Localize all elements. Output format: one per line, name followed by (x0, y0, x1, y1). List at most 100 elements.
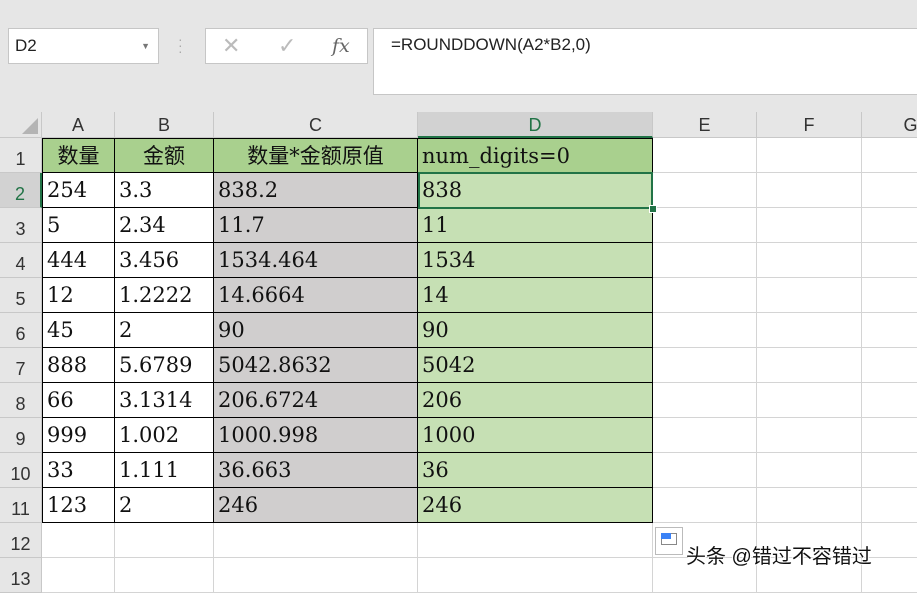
cell-C6[interactable]: 90 (214, 313, 418, 348)
cell-D4[interactable]: 1534 (418, 243, 653, 278)
cell-F3[interactable] (757, 208, 862, 243)
cell-E9[interactable] (653, 418, 757, 453)
cell-D1[interactable]: num_digits=0 (418, 138, 653, 173)
cell-B12[interactable] (115, 523, 214, 558)
cell-B5[interactable]: 1.2222 (115, 278, 214, 313)
cell-E2[interactable] (653, 173, 757, 208)
column-header-D[interactable]: D (418, 112, 653, 138)
cell-B3[interactable]: 2.34 (115, 208, 214, 243)
cell-C7[interactable]: 5042.8632 (214, 348, 418, 383)
cell-E10[interactable] (653, 453, 757, 488)
cell-E8[interactable] (653, 383, 757, 418)
formula-input[interactable]: =ROUNDDOWN(A2*B2,0) (373, 28, 917, 95)
cell-E7[interactable] (653, 348, 757, 383)
cell-F9[interactable] (757, 418, 862, 453)
cell-B4[interactable]: 3.456 (115, 243, 214, 278)
cell-A5[interactable]: 12 (42, 278, 115, 313)
cell-B10[interactable]: 1.111 (115, 453, 214, 488)
paste-options-button[interactable] (655, 527, 683, 555)
chevron-down-icon[interactable]: ▼ (141, 29, 150, 63)
cell-C10[interactable]: 36.663 (214, 453, 418, 488)
cell-C4[interactable]: 1534.464 (214, 243, 418, 278)
cell-D8[interactable]: 206 (418, 383, 653, 418)
cell-G7[interactable] (862, 348, 917, 383)
cell-A4[interactable]: 444 (42, 243, 115, 278)
cell-G8[interactable] (862, 383, 917, 418)
cell-E6[interactable] (653, 313, 757, 348)
cell-B1[interactable]: 金额 (115, 138, 214, 173)
cell-E5[interactable] (653, 278, 757, 313)
row-header-1[interactable]: 1 (0, 138, 42, 173)
cell-A2[interactable]: 254 (42, 173, 115, 208)
cell-B9[interactable]: 1.002 (115, 418, 214, 453)
cell-F8[interactable] (757, 383, 862, 418)
row-header-10[interactable]: 10 (0, 453, 42, 488)
cell-G6[interactable] (862, 313, 917, 348)
cancel-icon[interactable]: ✕ (222, 33, 240, 59)
column-header-F[interactable]: F (757, 112, 862, 138)
cell-D5[interactable]: 14 (418, 278, 653, 313)
cell-B7[interactable]: 5.6789 (115, 348, 214, 383)
cell-F4[interactable] (757, 243, 862, 278)
cell-D11[interactable]: 246 (418, 488, 653, 523)
insert-function-icon[interactable]: fx (332, 35, 350, 57)
cell-C11[interactable]: 246 (214, 488, 418, 523)
cell-B13[interactable] (115, 558, 214, 593)
cell-G9[interactable] (862, 418, 917, 453)
row-header-11[interactable]: 11 (0, 488, 42, 523)
cell-B8[interactable]: 3.1314 (115, 383, 214, 418)
cell-A7[interactable]: 888 (42, 348, 115, 383)
cell-D9[interactable]: 1000 (418, 418, 653, 453)
cell-A8[interactable]: 66 (42, 383, 115, 418)
cell-A13[interactable] (42, 558, 115, 593)
cell-C13[interactable] (214, 558, 418, 593)
cell-A9[interactable]: 999 (42, 418, 115, 453)
cell-A10[interactable]: 33 (42, 453, 115, 488)
cell-B11[interactable]: 2 (115, 488, 214, 523)
row-header-5[interactable]: 5 (0, 278, 42, 313)
cell-D12[interactable] (418, 523, 653, 558)
cell-F10[interactable] (757, 453, 862, 488)
column-header-A[interactable]: A (42, 112, 115, 138)
column-header-C[interactable]: C (214, 112, 418, 138)
cell-C2[interactable]: 838.2 (214, 173, 418, 208)
cell-D3[interactable]: 11 (418, 208, 653, 243)
cell-E4[interactable] (653, 243, 757, 278)
row-header-8[interactable]: 8 (0, 383, 42, 418)
row-header-4[interactable]: 4 (0, 243, 42, 278)
cell-G10[interactable] (862, 453, 917, 488)
row-header-2[interactable]: 2 (0, 173, 42, 208)
cell-B2[interactable]: 3.3 (115, 173, 214, 208)
column-header-E[interactable]: E (653, 112, 757, 138)
row-header-7[interactable]: 7 (0, 348, 42, 383)
cell-D10[interactable]: 36 (418, 453, 653, 488)
cell-G11[interactable] (862, 488, 917, 523)
cell-G3[interactable] (862, 208, 917, 243)
row-header-13[interactable]: 13 (0, 558, 42, 593)
drag-handle-icon[interactable]: · · · (178, 32, 183, 58)
enter-icon[interactable]: ✓ (278, 33, 296, 59)
cell-C1[interactable]: 数量*金额原值 (214, 138, 418, 173)
name-box[interactable]: D2 ▼ (8, 28, 159, 64)
cell-A11[interactable]: 123 (42, 488, 115, 523)
cell-D13[interactable] (418, 558, 653, 593)
cell-E1[interactable] (653, 138, 757, 173)
cell-G2[interactable] (862, 173, 917, 208)
cell-G1[interactable] (862, 138, 917, 173)
cell-F6[interactable] (757, 313, 862, 348)
row-header-3[interactable]: 3 (0, 208, 42, 243)
cell-F5[interactable] (757, 278, 862, 313)
cell-E3[interactable] (653, 208, 757, 243)
row-header-12[interactable]: 12 (0, 523, 42, 558)
cell-A12[interactable] (42, 523, 115, 558)
cell-G5[interactable] (862, 278, 917, 313)
cell-E11[interactable] (653, 488, 757, 523)
cell-D6[interactable]: 90 (418, 313, 653, 348)
cell-G4[interactable] (862, 243, 917, 278)
select-all-corner[interactable] (0, 112, 42, 138)
cell-D7[interactable]: 5042 (418, 348, 653, 383)
column-header-G[interactable]: G (862, 112, 917, 138)
fill-handle[interactable] (649, 205, 657, 213)
cell-C12[interactable] (214, 523, 418, 558)
cell-F1[interactable] (757, 138, 862, 173)
